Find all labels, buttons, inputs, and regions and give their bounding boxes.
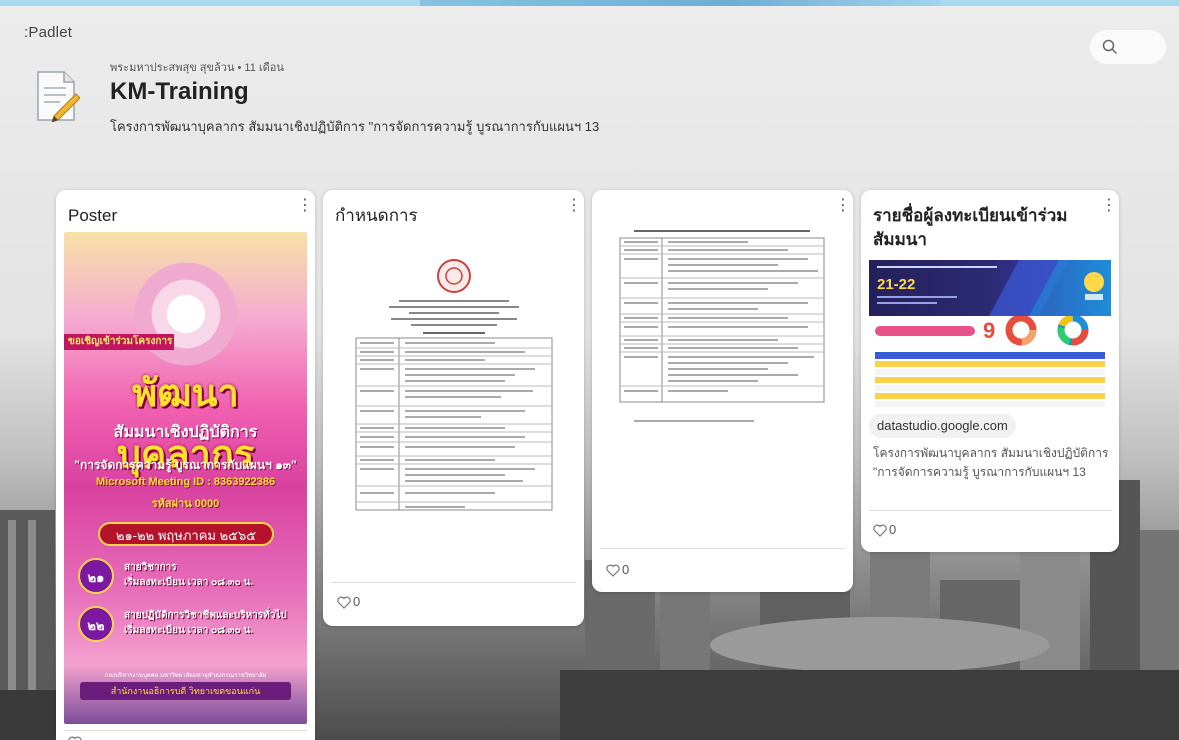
post-card-poster[interactable]: Poster ⋮ ขอเชิญเข้าร่วมโครงการ พัฒนาบุคล…: [56, 190, 315, 740]
schedule-text: สายวิชาการ เริ่มลงทะเบียน เวลา ๐๘.๓๐ น.: [124, 560, 253, 590]
schedule-group: สายปฏิบัติการวิชาชีพและบริหารทั่วไป: [124, 610, 287, 621]
like-count: 0: [889, 522, 897, 537]
like-count: 0: [353, 594, 361, 609]
search-icon: [1102, 39, 1118, 55]
poster-footer-note: กองบริหารงานบุคคล มหาวิทยาลัยมหาจุฬาลงกร…: [104, 673, 267, 679]
schedule-document-image[interactable]: [351, 256, 557, 512]
card-divider: [64, 730, 307, 731]
poster-subtitle: สัมมนาเชิงปฏิบัติการ: [113, 424, 258, 441]
heart-icon: [68, 736, 82, 740]
poster-date: ๒๑-๒๒ พฤษภาคม ๒๕๖๕: [98, 522, 274, 546]
post-title: รายชื่อผู้ลงทะเบียนเข้าร่วมสัมมนา: [873, 206, 1068, 249]
more-options-icon[interactable]: ⋮: [297, 196, 313, 216]
post-title: กำหนดการ: [335, 206, 418, 225]
board-header: พระมหาประสพสุข สุขล้วน • 11 เดือน KM-Tra…: [28, 58, 788, 138]
emblem-halo: [126, 254, 246, 374]
top-accent-strip: [420, 0, 940, 6]
poster-passcode: รหัสผ่าน 0000: [151, 498, 220, 510]
more-options-icon[interactable]: ⋮: [566, 196, 582, 216]
like-button[interactable]: 0: [337, 594, 360, 609]
schedule-text: สายปฏิบัติการวิชาชีพและบริหารทั่วไป เริ่…: [124, 608, 287, 638]
poster-schedule-row: ๒๑ สายวิชาการ เริ่มลงทะเบียน เวลา ๐๘.๓๐ …: [78, 558, 298, 594]
board-author-meta: พระมหาประสพสุข สุขล้วน • 11 เดือน: [110, 62, 284, 74]
like-button[interactable]: 0: [606, 562, 629, 577]
card-divider: [600, 548, 845, 549]
like-button[interactable]: [68, 734, 84, 740]
post-card-registrants[interactable]: รายชื่อผู้ลงทะเบียนเข้าร่วมสัมมนา ⋮ 21-2…: [861, 190, 1119, 552]
board-description: โครงการพัฒนาบุคลากร สัมมนาเชิงปฏิบัติการ…: [110, 119, 600, 134]
post-title: Poster: [68, 206, 118, 225]
search-button[interactable]: [1090, 30, 1166, 64]
poster-image[interactable]: ขอเชิญเข้าร่วมโครงการ พัฒนาบุคลากร สัมมน…: [64, 232, 307, 724]
post-card-schedule[interactable]: กำหนดการ ⋮ 0: [323, 190, 584, 626]
poster-meeting-id: Microsoft Meeting ID : 8363922386: [95, 476, 276, 488]
link-chip[interactable]: datastudio.google.com: [869, 414, 1016, 438]
datastudio-report-body: 9: [869, 314, 1111, 418]
day-badge: ๒๑: [78, 558, 114, 594]
like-button[interactable]: 0: [873, 522, 896, 537]
banner-graphics: [877, 260, 1111, 316]
schedule-time: เริ่มลงทะเบียน เวลา ๐๘.๓๐ น.: [124, 577, 254, 588]
poster-footer-bar: สำนักงานอธิการบดี วิทยาเขตขอนแก่น: [80, 682, 291, 700]
schedule-group: สายวิชาการ: [124, 562, 177, 573]
schedule-document-image-2[interactable]: [614, 226, 830, 436]
document-pencil-icon: [37, 71, 80, 122]
post-description: โครงการพัฒนาบุคลากร สัมมนาเชิงปฏิบัติการ…: [873, 446, 1109, 479]
heart-icon: [873, 524, 887, 537]
heart-icon: [606, 564, 620, 577]
heart-icon: [337, 596, 351, 609]
poster-ribbon: ขอเชิญเข้าร่วมโครงการ: [64, 334, 174, 350]
board-title: KM-Training: [110, 78, 249, 105]
more-options-icon[interactable]: ⋮: [1101, 196, 1117, 216]
poster-schedule-row: ๒๒ สายปฏิบัติการวิชาชีพและบริหารทั่วไป เ…: [78, 606, 298, 642]
report-stat: 9: [983, 318, 996, 343]
poster-topic: "การจัดการความรู้ บูรณาการกับแผนฯ ๑๓": [74, 458, 297, 472]
card-divider: [331, 582, 576, 583]
day-badge: ๒๒: [78, 606, 114, 642]
like-count: 0: [622, 562, 630, 577]
more-options-icon[interactable]: ⋮: [835, 196, 851, 216]
schedule-time: เริ่มลงทะเบียน เวลา ๐๘.๓๐ น.: [124, 625, 254, 636]
card-divider: [869, 510, 1111, 511]
datastudio-report-banner[interactable]: 21-22: [869, 260, 1111, 316]
padlet-logo[interactable]: :Padlet: [24, 24, 72, 41]
post-card-schedule-page-2[interactable]: ⋮ 0: [592, 190, 853, 592]
